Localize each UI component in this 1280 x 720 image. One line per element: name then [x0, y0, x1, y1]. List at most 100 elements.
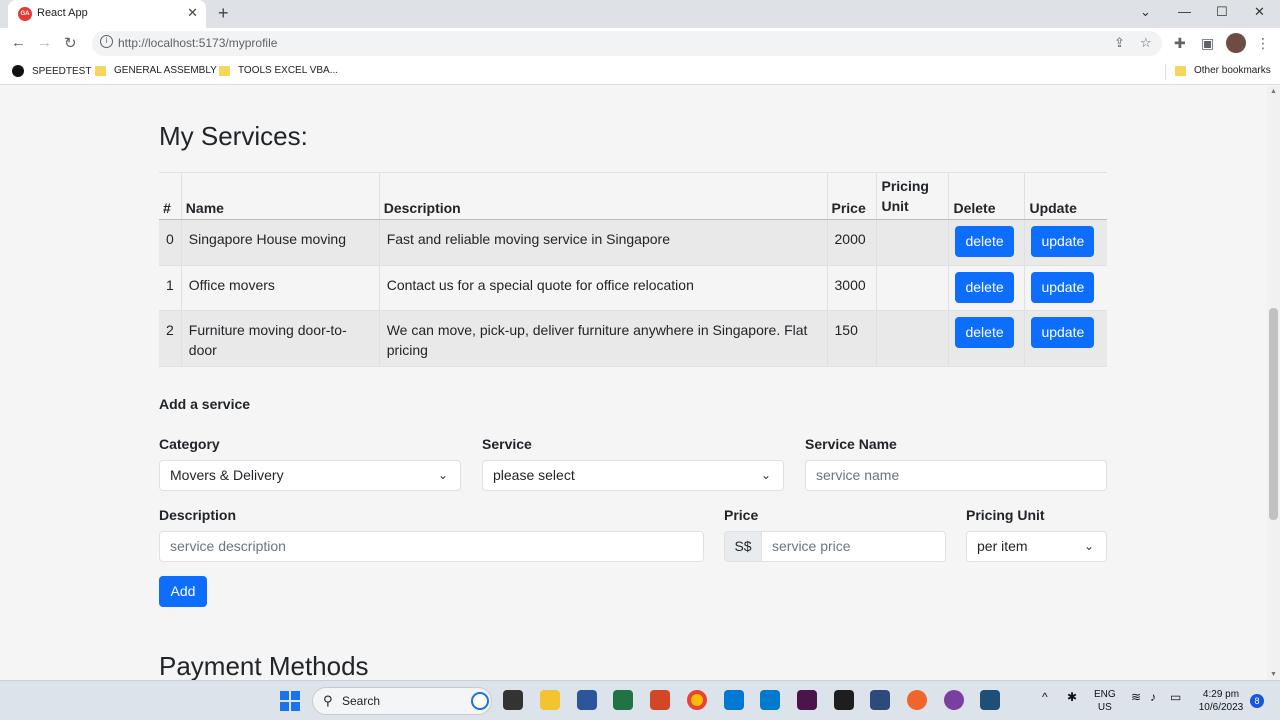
windows-start-icon[interactable] — [280, 691, 300, 711]
close-tab-icon[interactable]: ✕ — [187, 5, 198, 21]
delete-button[interactable]: delete — [955, 272, 1014, 303]
site-info-icon[interactable]: i — [100, 35, 113, 48]
col-name: Name — [180, 173, 380, 220]
clock[interactable]: 4:29 pm 10/6/2023 — [1196, 688, 1246, 714]
extensions-icon[interactable]: ✚ — [1174, 35, 1186, 52]
cell-price: 3000 — [826, 265, 877, 311]
delete-button[interactable]: delete — [955, 226, 1014, 257]
category-value: Movers & Delivery — [170, 467, 284, 483]
file-explorer-icon[interactable] — [540, 690, 560, 710]
back-icon[interactable]: ← — [11, 34, 26, 51]
search-icon: ⚲ — [323, 693, 333, 708]
forward-icon[interactable]: → — [37, 34, 52, 51]
tray-chevron-icon[interactable]: ^ — [1042, 691, 1048, 704]
table-header-row: # Name Description Price Pricing Unit De… — [159, 173, 1107, 220]
url-text[interactable]: http://localhost:5173/myprofile — [118, 36, 277, 50]
tray-app-icon[interactable]: ✱ — [1067, 691, 1077, 704]
services-heading: My Services: — [159, 121, 308, 151]
cell-update: update — [1024, 265, 1107, 311]
profile-avatar[interactable] — [1226, 33, 1246, 53]
update-button[interactable]: update — [1031, 272, 1095, 303]
github-icon[interactable] — [944, 690, 964, 710]
wifi-icon[interactable]: ≋ — [1131, 691, 1141, 704]
bookmark-tools-excel[interactable]: TOOLS EXCEL VBA... — [219, 65, 338, 76]
task-view-icon[interactable] — [503, 690, 523, 710]
payment-methods-heading: Payment Methods — [159, 651, 369, 681]
add-service-heading: Add a service — [159, 396, 251, 412]
pdf-app-icon[interactable] — [980, 690, 1000, 710]
folder-icon — [1175, 65, 1186, 76]
cell-description: Fast and reliable moving service in Sing… — [378, 219, 827, 266]
cell-description: We can move, pick-up, deliver furniture … — [378, 310, 827, 367]
slack-icon[interactable] — [797, 690, 817, 710]
folder-icon — [219, 65, 230, 76]
excel-icon[interactable] — [613, 690, 633, 710]
lang-top: ENG — [1094, 689, 1116, 700]
browser-tab[interactable]: GA React App ✕ — [8, 0, 206, 28]
tab-search-chevron-icon[interactable]: ⌄ — [1140, 4, 1151, 20]
folder-icon — [95, 65, 106, 76]
price-input[interactable]: service price — [761, 531, 946, 562]
cell-price: 150 — [826, 310, 877, 367]
bookmark-star-icon[interactable]: ☆ — [1140, 35, 1152, 51]
update-button[interactable]: update — [1031, 317, 1095, 348]
cell-name: Furniture moving door-to-door — [180, 310, 380, 367]
table-row: 1 Office movers Contact us for a special… — [159, 265, 1107, 311]
maximize-icon[interactable]: ☐ — [1216, 4, 1228, 20]
scroll-down-icon[interactable]: ▼ — [1270, 671, 1277, 678]
cell-delete: delete — [948, 219, 1025, 266]
price-label: Price — [724, 507, 759, 523]
category-select[interactable]: Movers & Delivery ⌄ — [159, 460, 461, 491]
new-tab-icon[interactable]: + — [218, 3, 229, 24]
reload-icon[interactable]: ↻ — [64, 34, 77, 52]
chrome-icon[interactable] — [687, 690, 707, 710]
scroll-thumb[interactable] — [1269, 308, 1278, 520]
bing-icon[interactable] — [471, 692, 489, 710]
update-button[interactable]: update — [1031, 226, 1095, 257]
share-icon[interactable]: ⇪ — [1114, 35, 1125, 51]
address-toolbar: ← → ↻ i http://localhost:5173/myprofile … — [0, 28, 1280, 59]
powerpoint-icon[interactable] — [650, 690, 670, 710]
minimize-icon[interactable]: — — [1178, 4, 1191, 19]
service-name-label: Service Name — [805, 436, 897, 452]
add-button[interactable]: Add — [159, 576, 207, 607]
table-row: 2 Furniture moving door-to-door We can m… — [159, 310, 1107, 367]
battery-icon[interactable]: ▭ — [1170, 691, 1181, 704]
app-icon[interactable] — [870, 690, 890, 710]
language-indicator[interactable]: ENG US — [1094, 688, 1116, 714]
pricing-unit-value: per item — [977, 538, 1028, 554]
lang-bottom: US — [1097, 702, 1112, 713]
volume-icon[interactable]: ♪ — [1150, 691, 1156, 704]
vscode-icon[interactable] — [760, 690, 780, 710]
bookmark-other[interactable]: Other bookmarks — [1175, 65, 1271, 76]
service-name-input[interactable]: service name — [805, 460, 1107, 491]
description-label: Description — [159, 507, 237, 523]
menu-kebab-icon[interactable]: ⋮ — [1256, 35, 1270, 52]
service-label: Service — [482, 436, 532, 452]
chevron-down-icon: ⌄ — [437, 468, 448, 482]
col-update: Update — [1024, 173, 1107, 220]
cell-unit — [876, 310, 949, 367]
outlook-icon[interactable] — [724, 690, 744, 710]
scroll-up-icon[interactable]: ▲ — [1270, 88, 1277, 95]
taskbar-search[interactable]: ⚲ Search — [312, 687, 492, 715]
browser-tab-strip: GA React App ✕ + ⌄ — ☐ ✕ — [0, 0, 1280, 28]
service-select[interactable]: please select ⌄ — [482, 460, 784, 491]
bookmark-speedtest[interactable]: SPEEDTEST — [12, 65, 91, 77]
omnibox[interactable]: i http://localhost:5173/myprofile ⇪ ☆ — [92, 31, 1162, 56]
app-icon[interactable] — [834, 690, 854, 710]
bookmark-label: TOOLS EXCEL VBA... — [238, 65, 339, 76]
table-row: 0 Singapore House moving Fast and reliab… — [159, 219, 1107, 266]
notification-badge[interactable]: 8 — [1250, 694, 1264, 708]
description-input[interactable]: service description — [159, 531, 704, 562]
page-scrollbar[interactable]: ▲ ▼ — [1267, 86, 1280, 680]
cell-delete: delete — [948, 265, 1025, 311]
side-panel-icon[interactable]: ▣ — [1201, 35, 1214, 52]
postman-icon[interactable] — [907, 690, 927, 710]
windows-taskbar: ⚲ Search ^ ✱ ENG US ≋ ♪ ▭ 4:29 pm 10/6/2… — [0, 680, 1280, 720]
delete-button[interactable]: delete — [955, 317, 1014, 348]
word-icon[interactable] — [577, 690, 597, 710]
pricing-unit-select[interactable]: per item ⌄ — [966, 531, 1107, 562]
bookmark-general-assembly[interactable]: GENERAL ASSEMBLY — [95, 65, 217, 76]
close-window-icon[interactable]: ✕ — [1254, 4, 1265, 20]
